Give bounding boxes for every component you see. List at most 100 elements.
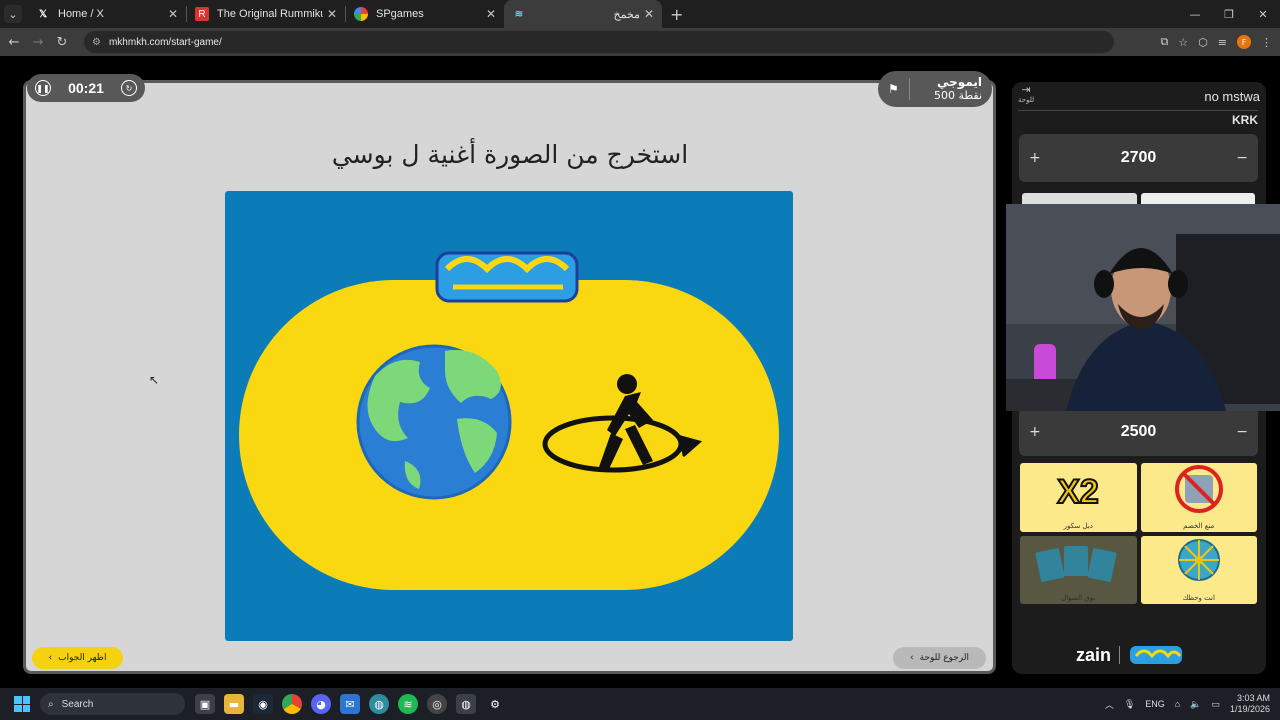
url-text: mkhmkh.com/start-game/ (108, 36, 222, 48)
chevron-left-icon: ‹ (48, 653, 53, 663)
taskbar-search[interactable]: ⌕ Search (40, 693, 185, 715)
lifeline-label: انت وحظك (1182, 594, 1215, 602)
volume-icon[interactable]: 🔈 (1190, 699, 1201, 710)
mouse-cursor-icon: ↖ (149, 373, 160, 387)
close-icon[interactable]: ✕ (644, 7, 654, 21)
team1-score: 2700 (1120, 149, 1157, 166)
lifeline-double-score[interactable]: X2 دبل سكور (1020, 463, 1137, 532)
lifeline-label: دبل سكور (1063, 521, 1093, 530)
block-opponent-icon (1174, 465, 1223, 513)
mkhmkh-icon: ≋ (514, 8, 524, 20)
bookmark-star-icon[interactable]: ☆ (1178, 36, 1188, 49)
category-name: ايموجي (937, 75, 982, 89)
chrome-icon[interactable] (282, 694, 302, 714)
show-answer-button[interactable]: ‹ اظهر الجواب (32, 647, 123, 669)
search-placeholder: Search (61, 698, 94, 710)
task-view-icon[interactable]: ▣ (195, 694, 215, 714)
close-icon[interactable]: ✕ (486, 7, 496, 21)
minimize-icon[interactable]: — (1178, 0, 1212, 28)
reset-timer-icon[interactable]: ↻ (121, 80, 137, 96)
lifeline-question-horn[interactable]: بوق السؤال (1020, 535, 1137, 604)
language-indicator[interactable]: ENG (1145, 699, 1165, 709)
tab-rummikub[interactable]: R The Original Rummikub ✕ (187, 0, 345, 28)
increase-score-button[interactable]: + (1029, 150, 1041, 166)
steam-icon[interactable]: ◉ (253, 694, 273, 714)
wheel-icon (1177, 538, 1220, 581)
lifeline-block-opponent[interactable]: منع الخصم (1140, 463, 1257, 532)
search-icon: ⌕ (48, 698, 54, 710)
reading-list-icon[interactable]: ≡ (1218, 36, 1227, 49)
clock[interactable]: 3:03 AM 1/19/2026 (1230, 693, 1270, 715)
settings-gear-icon[interactable]: ⚙ (485, 694, 505, 714)
close-icon[interactable]: ✕ (168, 7, 178, 21)
x2-icon: X2 (1056, 472, 1100, 512)
question-text: استخرج من الصورة أغنية ل بوسي (331, 140, 689, 169)
clock-date: 1/19/2026 (1229, 704, 1270, 714)
file-explorer-icon[interactable]: ▬ (224, 694, 244, 714)
decrease-score-button[interactable]: − (1236, 150, 1248, 166)
timer-pill: ❚❚ 00:21 ↻ (27, 74, 145, 102)
microphone-icon[interactable]: 🎙 (1124, 699, 1135, 710)
pause-icon[interactable]: ❚❚ (35, 80, 51, 96)
sponsor-logos: zain (1076, 642, 1184, 668)
back-icon[interactable]: ← (2, 35, 26, 50)
profile-avatar[interactable]: F (1237, 35, 1251, 49)
earth-globe-icon (356, 344, 512, 500)
window-controls: — ❐ ✕ (1178, 0, 1280, 28)
clock-time: 3:03 AM (1236, 693, 1270, 703)
tab-x[interactable]: 𝕏 Home / X ✕ (28, 0, 186, 28)
x-logo-icon: 𝕏 (38, 8, 48, 20)
chevron-up-icon[interactable]: ︿ (1105, 698, 1114, 711)
site-info-icon[interactable]: ⚙ (92, 37, 101, 48)
exit-to-board-button[interactable]: ⇥ للوحة (1018, 83, 1034, 105)
increase-score-button[interactable]: + (1029, 424, 1041, 440)
windows-start-icon[interactable] (14, 696, 30, 712)
show-answer-label: اظهر الجواب (58, 653, 107, 663)
category-points: 500 نقطة (933, 89, 982, 102)
discord-icon[interactable]: ◕ (311, 694, 331, 714)
browser-globe-icon[interactable]: ◍ (369, 694, 389, 714)
cards-icon (1035, 545, 1117, 582)
lifeline-wheel-of-luck[interactable]: انت وحظك (1140, 535, 1257, 604)
forward-icon[interactable]: → (26, 35, 50, 50)
tab-mkhmkh[interactable]: ≋ مخمخ ✕ (504, 0, 662, 28)
tab-spgames[interactable]: SPgames ✕ (346, 0, 504, 28)
restore-icon[interactable]: ❐ (1212, 0, 1246, 28)
cast-icon[interactable]: ⧉ (1160, 35, 1168, 49)
battery-icon[interactable]: ▭ (1211, 699, 1220, 710)
app-icon[interactable]: ◎ (427, 694, 447, 714)
spotify-icon[interactable]: ≋ (398, 694, 418, 714)
network-icon[interactable]: ⌂ (1175, 699, 1180, 709)
new-tab-icon[interactable]: + (670, 5, 683, 24)
close-icon[interactable]: ✕ (327, 7, 337, 21)
mail-icon[interactable]: ✉ (340, 694, 360, 714)
team2-name: KRK (1232, 113, 1258, 127)
chevron-left-icon: ‹ (909, 653, 914, 663)
mkhmkh-logo-icon (1130, 646, 1183, 664)
zain-logo: zain (1076, 644, 1112, 665)
decrease-score-button[interactable]: − (1236, 424, 1248, 440)
back-to-board-button[interactable]: ‹ الرجوع للوحة (893, 647, 986, 669)
tab-title: مخمخ (613, 8, 640, 21)
question-image (225, 191, 793, 641)
more-menu-icon[interactable]: ⋮ (1261, 36, 1272, 49)
tab-search-button[interactable]: ⌄ (4, 5, 22, 23)
close-window-icon[interactable]: ✕ (1246, 0, 1280, 28)
flag-icon[interactable]: ⚑ (888, 78, 910, 100)
exit-icon: ⇥ (1021, 83, 1031, 96)
spgames-icon (354, 7, 368, 21)
extensions-icon[interactable]: ⬡ (1198, 36, 1208, 49)
address-bar[interactable]: ⚙ mkhmkh.com/start-game/ (84, 31, 1114, 53)
lifeline-label: بوق السؤال (1061, 594, 1096, 602)
emoji-puzzle-illustration (239, 251, 779, 590)
reload-icon[interactable]: ↻ (50, 35, 74, 50)
windows-taskbar: ⌕ Search ▣ ▬ ◉ ◕ ✉ ◍ ≋ ◎ ◍ ⚙ ︿ 🎙 ENG ⌂ 🔈… (0, 688, 1280, 720)
team1-score-box: + 2700 − (1019, 134, 1258, 182)
browser-toolbar: ← → ↻ ⚙ mkhmkh.com/start-game/ ⧉ ☆ ⬡ ≡ F… (0, 28, 1280, 56)
team2-score: 2500 (1120, 423, 1157, 440)
team2-score-box: + 2500 − (1019, 408, 1258, 456)
chrome-active-icon[interactable]: ◍ (456, 694, 476, 714)
category-pill: ⚑ ايموجي 500 نقطة (878, 71, 992, 107)
timer-value: 00:21 (68, 80, 104, 96)
tab-title: Home / X (58, 8, 104, 20)
